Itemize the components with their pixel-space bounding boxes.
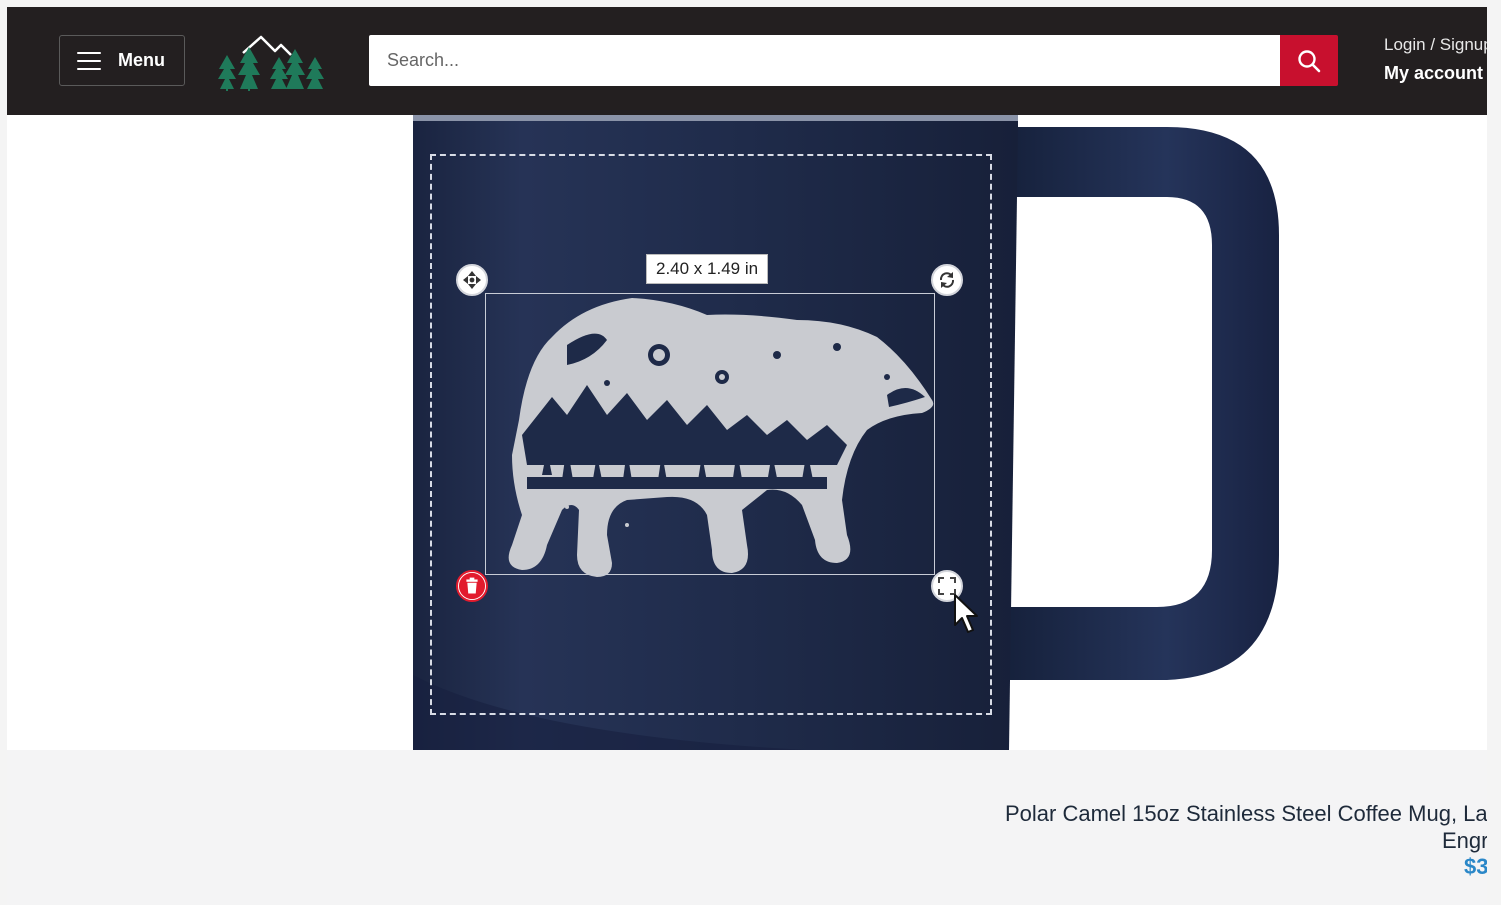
trash-icon <box>458 572 486 600</box>
my-account-link[interactable]: My account <box>1384 63 1487 84</box>
dimensions-label: 2.40 x 1.49 in <box>646 254 769 284</box>
product-designer-canvas[interactable]: 2.40 x 1.49 in <box>7 115 1487 750</box>
menu-button[interactable]: Menu <box>59 35 185 86</box>
mouse-pointer-icon <box>954 594 978 633</box>
page-viewport: Menu Login / Signup My account <box>7 7 1487 905</box>
menu-label: Menu <box>118 50 165 70</box>
product-price: $34.99 <box>1464 854 1487 879</box>
rotate-icon <box>939 272 955 288</box>
search-icon <box>1298 49 1321 72</box>
hamburger-icon <box>77 51 101 70</box>
artwork-selection-box[interactable] <box>485 293 935 575</box>
product-title-continued[interactable]: Engraved <box>1442 828 1487 854</box>
mountain-trees-logo-icon[interactable] <box>215 31 327 91</box>
account-area: Login / Signup My account <box>1384 35 1487 84</box>
search-input[interactable] <box>369 35 1280 86</box>
site-header: Menu Login / Signup My account <box>7 7 1487 115</box>
delete-handle[interactable] <box>456 570 488 602</box>
move-icon <box>463 271 481 289</box>
rotate-handle[interactable] <box>931 264 963 296</box>
product-title[interactable]: Polar Camel 15oz Stainless Steel Coffee … <box>1005 800 1487 828</box>
search-button[interactable] <box>1280 35 1338 86</box>
window-left-edge <box>0 0 7 905</box>
move-handle[interactable] <box>456 264 488 296</box>
product-info-band: Polar Camel 15oz Stainless Steel Coffee … <box>7 750 1487 905</box>
window-right-edge <box>1487 0 1501 905</box>
login-signup-link[interactable]: Login / Signup <box>1384 35 1487 55</box>
window-top-edge <box>0 0 1501 7</box>
